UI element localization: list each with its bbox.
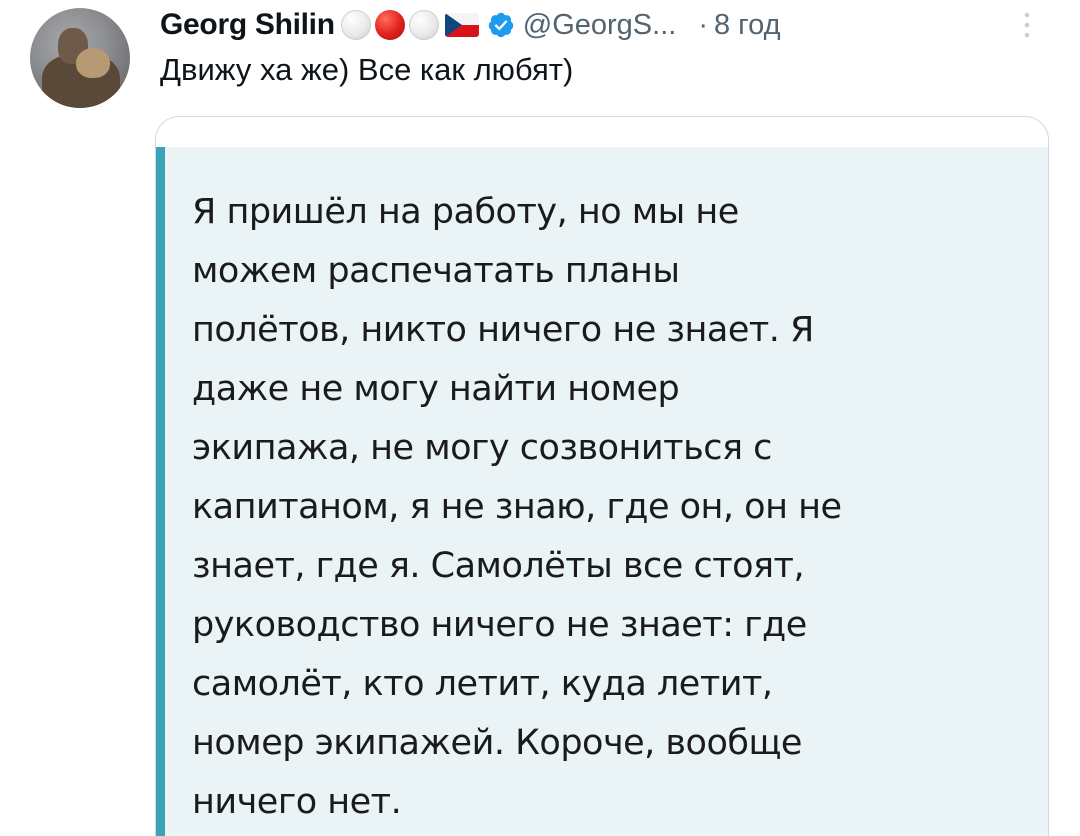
verified-badge-icon <box>488 12 513 38</box>
quote-line: руководство ничего не знает: где <box>192 605 807 645</box>
name-emojis <box>340 10 479 40</box>
red-circle-icon <box>374 10 405 40</box>
separator-dot: · <box>698 8 708 41</box>
quote-line: капитаном, я не знаю, где он, он не <box>192 487 842 527</box>
quoted-message-text: Я пришёл на работу, но мы не можем распе… <box>192 183 842 832</box>
quote-line: экипажа, не могу созвониться с <box>192 428 772 468</box>
tweet-text: Движу ха же) Все как любят) <box>160 52 574 87</box>
quoted-message-panel: Я пришёл на работу, но мы не можем распе… <box>156 147 1048 836</box>
tweet-timestamp[interactable]: 8 год <box>714 9 781 42</box>
tweet-header: Georg Shilin @GeorgS... · 8 год <box>160 5 781 45</box>
quote-line: самолёт, кто летит, куда летит, <box>192 664 773 704</box>
white-circle-icon <box>408 10 439 40</box>
avatar-dog <box>76 48 110 78</box>
quote-line: знает, где я. Самолёты все стоят, <box>192 546 805 586</box>
author-name[interactable]: Georg Shilin <box>160 8 335 42</box>
white-circle-icon <box>340 10 371 40</box>
more-options-icon[interactable] <box>1017 8 1037 42</box>
quote-line: Я пришёл на работу, но мы не <box>192 192 739 232</box>
quote-line: полётов, никто ничего не знает. Я <box>192 310 814 350</box>
avatar[interactable] <box>30 8 130 108</box>
tweet-media-card[interactable]: Я пришёл на работу, но мы не можем распе… <box>155 116 1049 836</box>
quote-line: даже не могу найти номер <box>192 369 680 409</box>
quote-line: номер экипажей. Короче, вообще <box>192 723 802 763</box>
quote-line: ничего нет. <box>192 782 402 822</box>
czech-flag-icon <box>444 13 479 37</box>
author-handle[interactable]: @GeorgS... <box>523 9 677 42</box>
quote-accent-bar <box>156 147 165 836</box>
quote-line: можем распечатать планы <box>192 251 680 291</box>
